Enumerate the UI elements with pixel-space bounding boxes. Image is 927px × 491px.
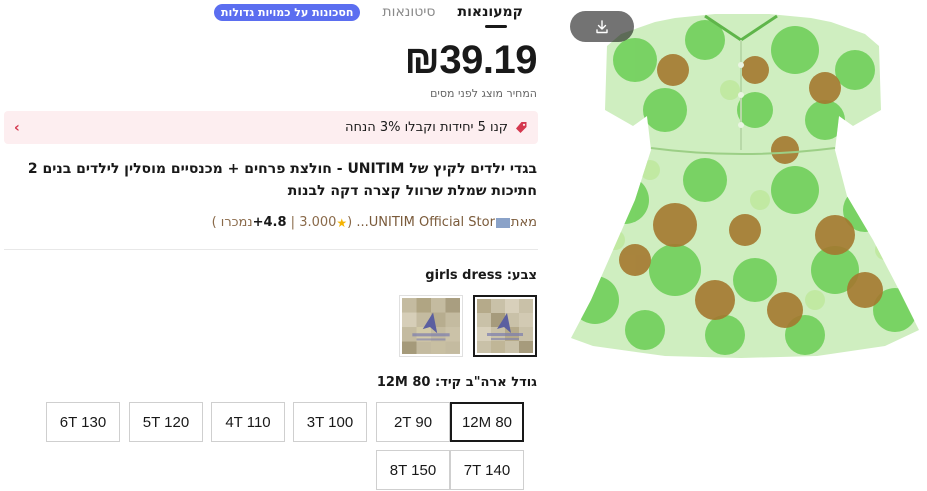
store-close-paren: ) — [211, 215, 221, 230]
color-swatches — [399, 295, 537, 357]
size-option-7t-140[interactable]: 7T 140 — [450, 450, 524, 490]
tab-retail[interactable]: קמעונאות — [458, 4, 523, 28]
store-info[interactable]: מאת UNITIM Official Stor... ( ★ 3.000 | … — [212, 215, 537, 230]
color-swatch-girls-dress[interactable] — [473, 295, 537, 357]
swatch-thumbnail-alt — [402, 298, 460, 354]
color-value: girls dress — [425, 268, 503, 283]
size-option-12m-80[interactable]: 12M 80 — [450, 402, 524, 442]
store-flag-icon — [495, 217, 510, 228]
store-prefix: מאת — [510, 215, 537, 230]
product-price: ₪39.19 — [404, 38, 538, 82]
product-photo — [571, 14, 919, 358]
purchase-type-tabs: קמעונאות סיטונאות חסכונות על כמויות גדול… — [214, 4, 523, 28]
store-separator: ( — [347, 215, 357, 230]
price-tax-note: המחיר מוצג לפני מסים — [430, 87, 537, 100]
store-rating-count: 3.000 — [299, 215, 337, 230]
store-divider: | — [286, 215, 300, 230]
color-label: צבע: girls dress — [425, 268, 537, 283]
size-label-text: גודל ארה"ב קיד: — [435, 375, 537, 390]
tab-wholesale-label: סיטונאות — [382, 4, 436, 20]
tab-retail-label: קמעונאות — [457, 4, 523, 20]
download-button[interactable] — [570, 11, 634, 42]
tab-wholesale[interactable]: סיטונאות — [382, 4, 435, 28]
product-title: בגדי ילדים לקיץ של UNITIM - חולצת פרחים … — [27, 161, 537, 199]
swatch-thumbnail — [477, 299, 533, 353]
size-option-6t-130[interactable]: 6T 130 — [46, 402, 120, 442]
promo-text: קנו 5 יחידות וקבלו 3% הנחה — [345, 120, 508, 135]
color-label-text: צבע: — [506, 268, 537, 283]
download-icon — [596, 19, 608, 33]
size-label: גודל ארה"ב קיד: 12M 80 — [377, 375, 537, 390]
size-option-3t-100[interactable]: 3T 100 — [293, 402, 367, 442]
store-name[interactable]: UNITIM Official Stor... — [356, 215, 495, 230]
store-sold-label: נמכרו — [220, 215, 253, 230]
promo-banner[interactable]: קנו 5 יחידות וקבלו 3% הנחה › — [4, 111, 538, 144]
size-value: 12M 80 — [376, 375, 431, 390]
bulk-savings-badge: חסכונות על כמויות גדולות — [214, 4, 361, 21]
size-option-8t-150[interactable]: 8T 150 — [376, 450, 450, 490]
star-icon: ★ — [336, 215, 348, 230]
size-option-5t-120[interactable]: 5T 120 — [129, 402, 203, 442]
tag-icon — [516, 121, 527, 133]
store-sold-count: 4.8+ — [252, 215, 287, 230]
chevron-right-icon: › — [14, 119, 20, 136]
section-divider — [4, 249, 538, 250]
product-image-area[interactable] — [555, 0, 927, 491]
size-option-4t-110[interactable]: 4T 110 — [211, 402, 285, 442]
color-swatch-alt[interactable] — [399, 295, 463, 357]
size-option-2t-90[interactable]: 2T 90 — [376, 402, 450, 442]
